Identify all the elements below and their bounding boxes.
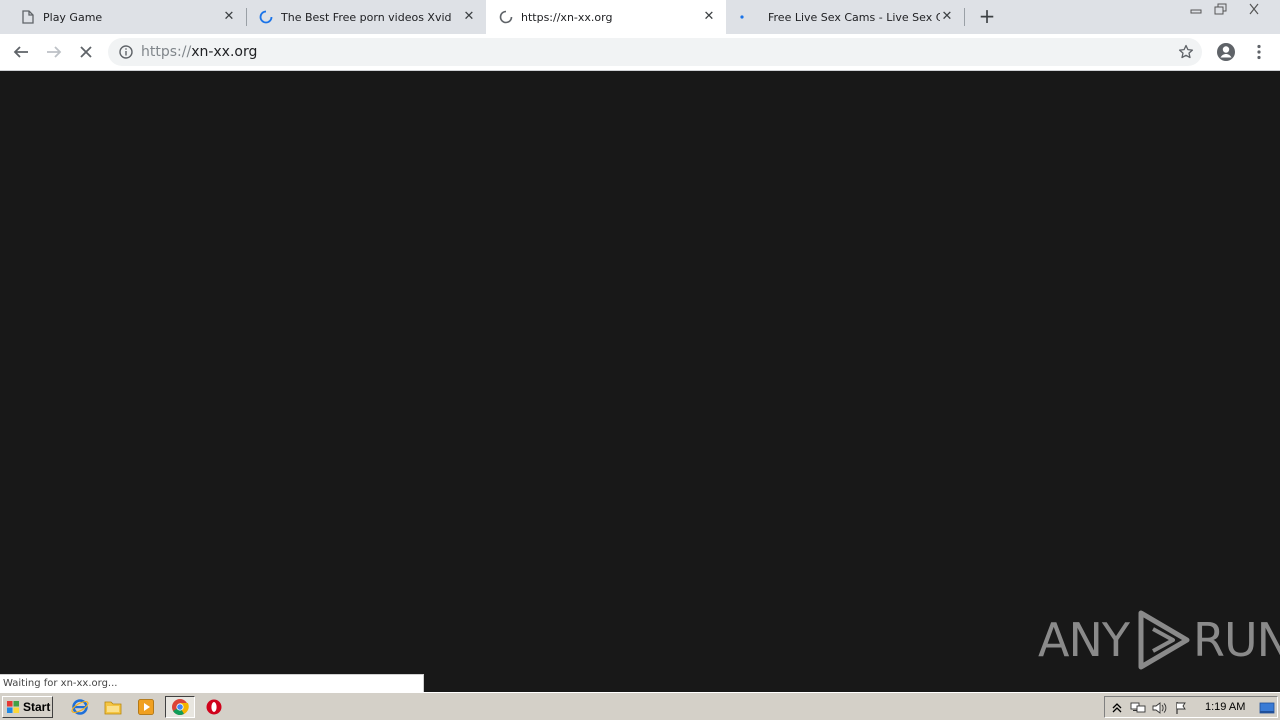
tab-play-game[interactable]: Play Game ✕: [0, 0, 246, 34]
tab-title: https://xn-xx.org: [521, 10, 613, 24]
close-icon[interactable]: ✕: [462, 10, 476, 24]
windows-flag-icon: [7, 701, 19, 713]
restore-button[interactable]: [1208, 0, 1234, 17]
start-button[interactable]: Start: [2, 696, 53, 718]
close-window-icon: [1249, 3, 1259, 14]
clock[interactable]: 1:19 AM: [1205, 700, 1245, 714]
chrome-icon: [172, 699, 189, 715]
minimize-icon: [1190, 9, 1202, 13]
address-bar[interactable]: https://xn-xx.org: [108, 38, 1202, 66]
account-circle-icon: [1217, 43, 1235, 61]
opera-icon[interactable]: [204, 697, 224, 717]
network-icon[interactable]: [1130, 700, 1146, 716]
play-logo-icon: [1138, 610, 1190, 670]
forward-button[interactable]: [42, 40, 66, 64]
loading-spinner-icon: [498, 9, 514, 25]
tab-strip: Play Game ✕ The Best Free porn videos Xv…: [0, 0, 1280, 34]
back-button[interactable]: [9, 40, 33, 64]
tab-title: Play Game: [43, 10, 103, 24]
profile-button[interactable]: [1214, 40, 1238, 64]
tab-live-cams[interactable]: Free Live Sex Cams - Live Sex Chat ✕: [726, 0, 964, 34]
close-icon[interactable]: ✕: [222, 10, 236, 24]
file-explorer-icon[interactable]: [103, 697, 123, 717]
chrome-taskbar-button[interactable]: [165, 696, 195, 718]
stop-loading-button[interactable]: [74, 40, 98, 64]
watermark-right-text: RUN: [1192, 613, 1280, 667]
status-bubble: Waiting for xn-xx.org...: [0, 674, 424, 692]
tab-xvideos[interactable]: The Best Free porn videos Xvideos ✕: [246, 0, 486, 34]
close-window-button[interactable]: [1240, 0, 1268, 17]
new-tab-button[interactable]: +: [976, 6, 998, 28]
tab-title: The Best Free porn videos Xvideos: [281, 10, 451, 24]
tab-xn-xx-active[interactable]: https://xn-xx.org ✕: [486, 0, 726, 34]
start-label: Start: [23, 700, 51, 714]
stop-icon: [80, 46, 92, 58]
action-center-flag-icon[interactable]: [1174, 700, 1190, 716]
url-host: xn-xx.org: [191, 44, 258, 60]
back-arrow-icon: [13, 46, 28, 58]
dot-icon: [734, 9, 750, 25]
page-icon: [20, 9, 36, 25]
url-text[interactable]: https://xn-xx.org: [141, 44, 257, 60]
restore-icon: [1214, 3, 1227, 14]
watermark-left-text: ANY: [1038, 613, 1130, 667]
windows-taskbar: Start 1:19 AM: [0, 692, 1280, 720]
close-icon[interactable]: ✕: [702, 10, 716, 24]
media-player-icon[interactable]: [136, 697, 156, 717]
url-scheme: https://: [141, 44, 192, 60]
minimize-button[interactable]: [1183, 0, 1209, 17]
system-tray: 1:19 AM: [1104, 696, 1278, 718]
volume-icon[interactable]: [1152, 700, 1168, 716]
info-icon[interactable]: [118, 44, 134, 60]
kebab-menu-icon: [1257, 44, 1261, 60]
tab-title: Free Live Sex Cams - Live Sex Chat: [768, 10, 940, 24]
browser-toolbar: https://xn-xx.org: [0, 34, 1280, 71]
internet-explorer-icon[interactable]: [70, 697, 90, 717]
page-content: [0, 72, 1280, 692]
show-desktop-icon[interactable]: [1259, 700, 1275, 716]
anyrun-watermark: ANY RUN: [1038, 608, 1280, 672]
tab-separator: [964, 8, 965, 26]
menu-button[interactable]: [1247, 40, 1271, 64]
bookmark-star-icon[interactable]: [1178, 44, 1194, 60]
show-hidden-icons-icon[interactable]: [1109, 700, 1125, 716]
loading-spinner-icon: [258, 9, 274, 25]
forward-arrow-icon: [47, 46, 62, 58]
close-icon[interactable]: ✕: [940, 10, 954, 24]
